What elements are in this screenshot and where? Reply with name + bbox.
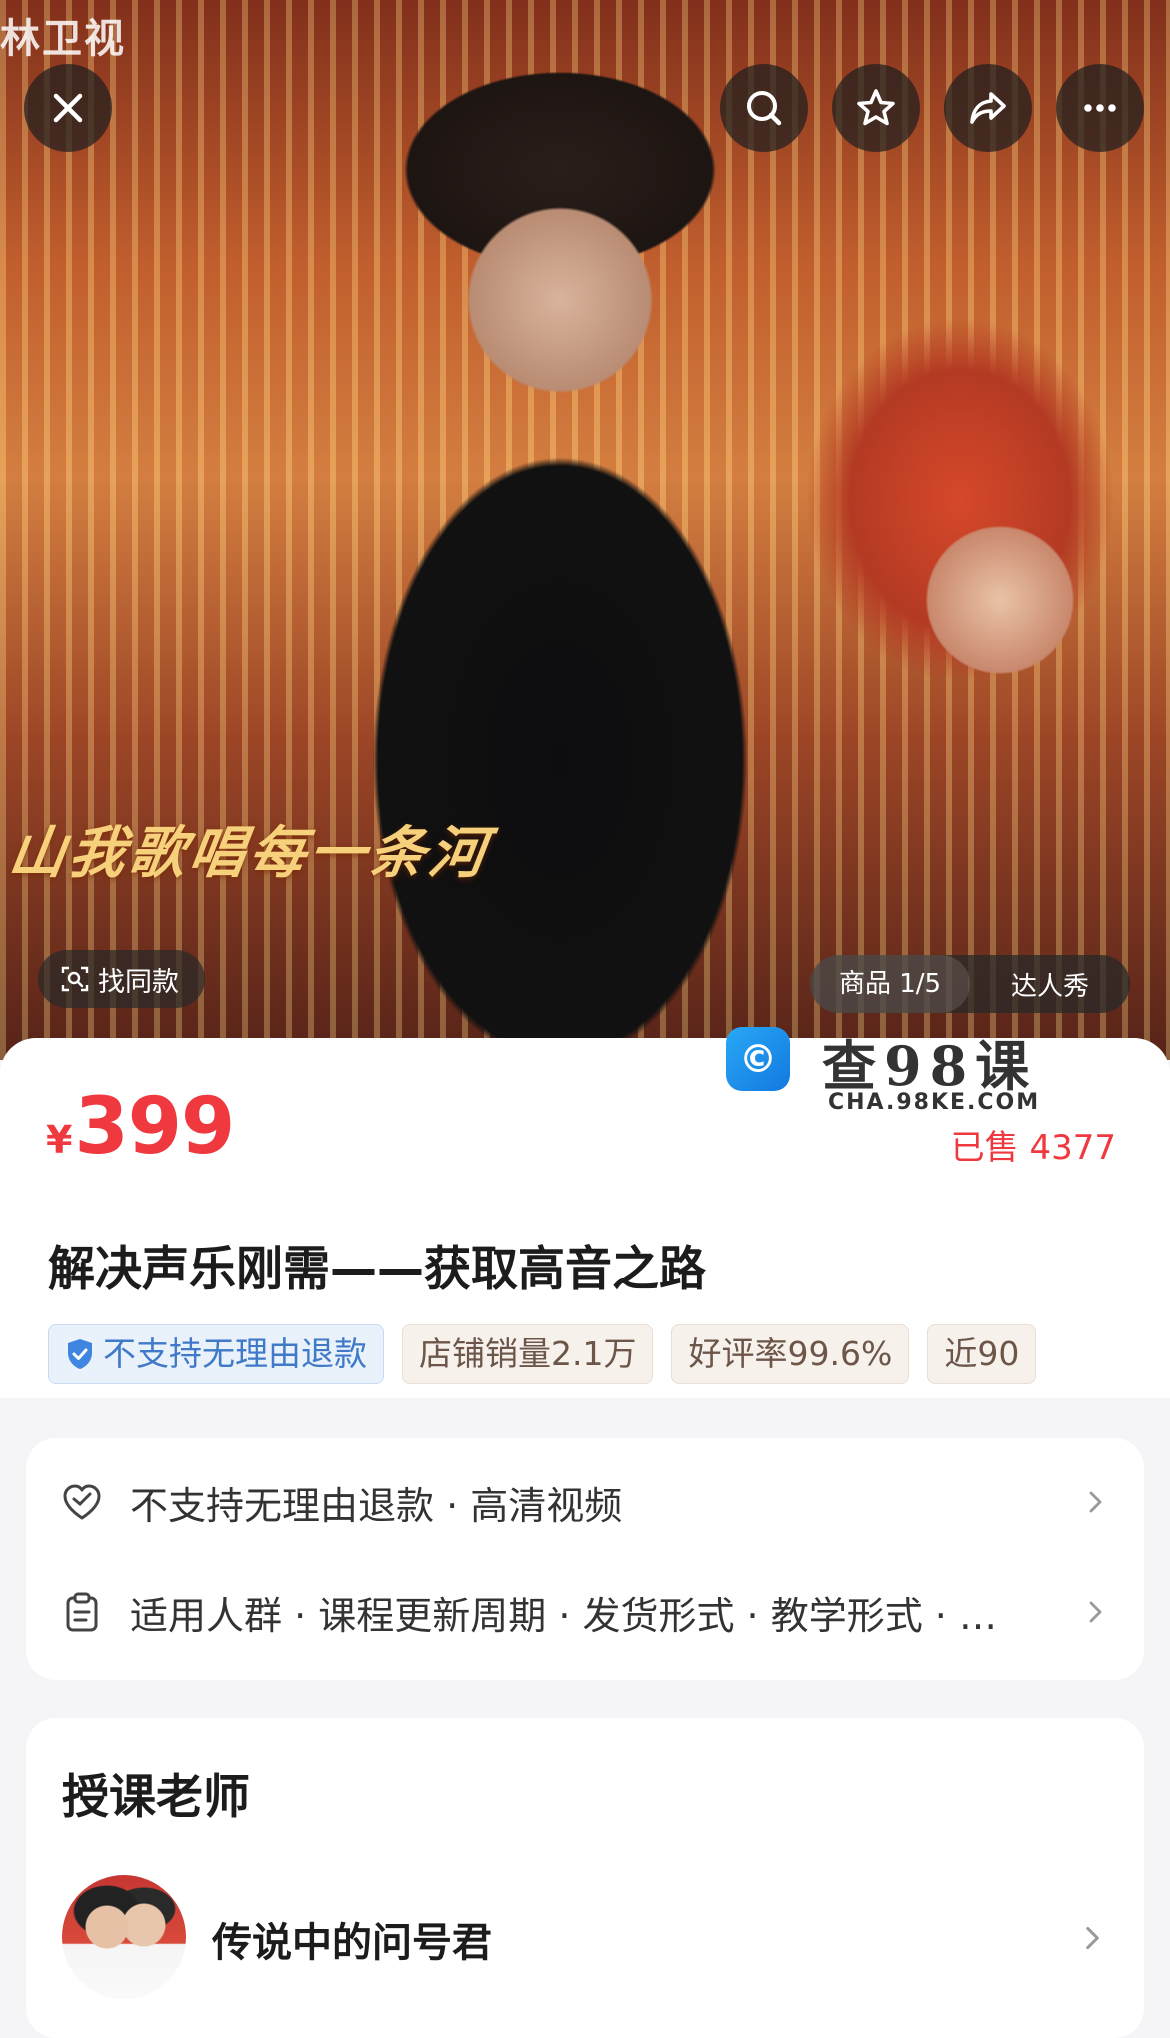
- shield-check-icon: [68, 1339, 92, 1369]
- scan-search-icon: [61, 966, 89, 992]
- tag-label: 不支持无理由退款: [103, 1334, 367, 1373]
- more-button[interactable]: [1056, 64, 1144, 152]
- service-text: 不支持无理由退款 · 高清视频: [130, 1483, 623, 1528]
- tab-talent-show[interactable]: 达人秀: [970, 966, 1130, 1003]
- chevron-right-icon[interactable]: [1076, 1922, 1108, 1954]
- star-icon: [857, 89, 895, 126]
- teacher-heading: 授课老师: [62, 1770, 250, 1825]
- clipboard-icon: [66, 1592, 98, 1632]
- heart-badge-icon: [63, 1484, 101, 1520]
- search-icon: [747, 91, 782, 126]
- product-video-cover[interactable]: 林卫视 山我歌唱每一条河: [0, 0, 1170, 1060]
- chevron-right-icon: [1089, 1601, 1102, 1623]
- share-button[interactable]: [944, 64, 1032, 152]
- video-caption: 山我歌唱每一条河: [4, 820, 495, 886]
- tag-label: 店铺销量2.1万: [419, 1334, 637, 1373]
- tab-product[interactable]: 商品 1/5: [810, 955, 970, 1013]
- watermark-logo-icon: ©: [726, 1027, 790, 1091]
- media-tabs: 商品 1/5 达人秀: [810, 955, 1130, 1013]
- tag-positive-rate[interactable]: 好评率99.6%: [671, 1324, 910, 1384]
- find-similar-label: 找同款: [98, 966, 179, 998]
- product-title: 解决声乐刚需——获取高音之路: [48, 1242, 706, 1297]
- currency-symbol: ¥: [46, 1118, 73, 1162]
- tag-no-refund[interactable]: 不支持无理由退款: [48, 1324, 384, 1384]
- service-info-card: 不支持无理由退款 · 高清视频 适用人群 · 课程更新周期 · 发货形式 · 教…: [26, 1438, 1144, 1680]
- favorite-button[interactable]: [832, 64, 920, 152]
- teacher-name[interactable]: 传说中的问号君: [212, 1910, 492, 1968]
- find-similar-button[interactable]: 找同款: [38, 950, 205, 1008]
- teacher-avatar[interactable]: [62, 1875, 186, 1999]
- watermark-url: CHA.98KE.COM: [828, 1090, 1041, 1115]
- chevron-right-icon: [1089, 1491, 1102, 1513]
- search-button[interactable]: [720, 64, 808, 152]
- tag-label: 好评率99.6%: [688, 1334, 893, 1373]
- share-icon: [970, 92, 1006, 124]
- more-icon: [1084, 104, 1116, 112]
- tag-recent[interactable]: 近90: [927, 1324, 1037, 1384]
- product-tags: 不支持无理由退款 店铺销量2.1万 好评率99.6% 近90: [48, 1324, 1120, 1388]
- sold-count: 已售 4377: [950, 1128, 1116, 1168]
- tag-label: 近90: [944, 1334, 1020, 1373]
- params-text: 适用人群 · 课程更新周期 · 发货形式 · 教学形式 · …: [130, 1593, 997, 1638]
- close-icon: [53, 93, 83, 123]
- close-button[interactable]: [24, 64, 112, 152]
- price: ¥ 399: [46, 1082, 235, 1172]
- teacher-card: 授课老师 传说中的问号君: [26, 1718, 1144, 2038]
- tag-store-sales[interactable]: 店铺销量2.1万: [402, 1324, 654, 1384]
- channel-logo: 林卫视: [0, 15, 126, 62]
- price-value: 399: [74, 1082, 235, 1172]
- params-row[interactable]: 适用人群 · 课程更新周期 · 发货形式 · 教学形式 · …: [60, 1582, 1110, 1642]
- service-row[interactable]: 不支持无理由退款 · 高清视频: [60, 1472, 1110, 1532]
